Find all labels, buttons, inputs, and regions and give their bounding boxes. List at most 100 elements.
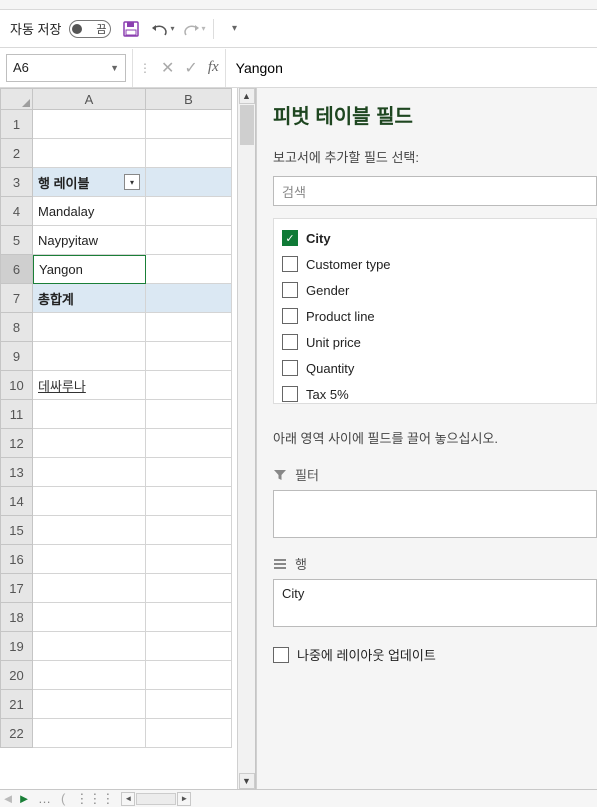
hscroll-track[interactable] [136,793,176,805]
scroll-track[interactable] [239,104,255,773]
cell[interactable] [33,719,146,748]
rows-item[interactable]: City [282,586,304,601]
cell[interactable] [146,487,232,516]
cell[interactable] [33,632,146,661]
cell[interactable] [33,139,146,168]
cell[interactable] [33,429,146,458]
vertical-scrollbar[interactable]: ▲ ▼ [237,88,255,789]
cell[interactable] [146,516,232,545]
sheet-next-button[interactable]: ► [16,791,32,806]
cell[interactable] [33,574,146,603]
cell[interactable] [146,313,232,342]
cancel-formula-button[interactable]: ✕ [161,58,174,78]
row-header[interactable]: 22 [0,719,33,748]
field-checkbox[interactable] [282,360,298,376]
scroll-down-icon[interactable]: ▼ [239,773,255,789]
cell[interactable]: Yangon [33,255,146,284]
row-header[interactable]: 10 [0,371,33,400]
rows-drop-area[interactable]: City [273,579,597,627]
cell[interactable] [146,226,232,255]
customize-qat-button[interactable]: ▾ [222,17,246,41]
cell[interactable] [146,255,232,284]
scroll-up-icon[interactable]: ▲ [239,88,255,104]
name-box-dropdown-icon[interactable]: ▼ [110,63,119,73]
sheet-menu-button[interactable]: … [32,791,57,806]
enter-formula-button[interactable]: ✓ [184,58,197,78]
row-header[interactable]: 7 [0,284,33,313]
row-header[interactable]: 14 [0,487,33,516]
cell[interactable] [146,342,232,371]
cell[interactable] [146,429,232,458]
cell[interactable] [146,284,232,313]
cell[interactable] [146,661,232,690]
cell[interactable] [33,603,146,632]
row-header[interactable]: 1 [0,110,33,139]
cell[interactable] [33,110,146,139]
cell[interactable] [33,342,146,371]
row-header[interactable]: 6 [0,255,33,284]
hscroll-left-button[interactable]: ◄ [121,792,135,806]
row-header[interactable]: 15 [0,516,33,545]
cell[interactable] [146,632,232,661]
cell[interactable] [33,313,146,342]
field-item[interactable]: ✓City [280,225,596,251]
field-checkbox[interactable] [282,334,298,350]
row-header[interactable]: 18 [0,603,33,632]
row-header[interactable]: 17 [0,574,33,603]
cell[interactable] [146,603,232,632]
undo-button[interactable]: ▾ [151,21,174,37]
field-search-input[interactable]: 검색 [273,176,597,206]
field-checkbox[interactable] [282,308,298,324]
cell[interactable] [146,139,232,168]
formula-input[interactable] [226,54,597,82]
scroll-thumb[interactable] [240,105,254,145]
dropdown-icon[interactable]: ⋮ [139,61,151,75]
row-header[interactable]: 8 [0,313,33,342]
cell[interactable] [146,371,232,400]
column-header-a[interactable]: A [33,88,146,110]
cell[interactable] [33,690,146,719]
undo-dropdown-icon[interactable]: ▾ [170,24,174,33]
save-button[interactable] [119,17,143,41]
row-header[interactable]: 16 [0,545,33,574]
row-header[interactable]: 21 [0,690,33,719]
cell[interactable] [33,661,146,690]
cell[interactable] [146,574,232,603]
cell[interactable] [146,197,232,226]
column-header-b[interactable]: B [146,88,232,110]
cell[interactable] [33,400,146,429]
select-all-corner[interactable] [0,88,33,110]
cell[interactable] [146,545,232,574]
defer-checkbox[interactable] [273,647,289,663]
row-header[interactable]: 20 [0,661,33,690]
field-checkbox[interactable] [282,256,298,272]
cell[interactable]: 행 레이블▾ [33,168,146,197]
field-checkbox[interactable]: ✓ [282,230,298,246]
row-header[interactable]: 3 [0,168,33,197]
row-header[interactable]: 4 [0,197,33,226]
row-header[interactable]: 9 [0,342,33,371]
field-item[interactable]: Tax 5% [280,381,596,404]
filter-drop-area[interactable] [273,490,597,538]
row-header[interactable]: 5 [0,226,33,255]
cell[interactable] [33,487,146,516]
row-header[interactable]: 19 [0,632,33,661]
cell[interactable]: Naypyitaw [33,226,146,255]
field-item[interactable]: Gender [280,277,596,303]
field-item[interactable]: Quantity [280,355,596,381]
sheet-prev-button[interactable]: ◄ [0,791,16,806]
cell[interactable] [33,516,146,545]
cell[interactable]: Mandalay [33,197,146,226]
row-header[interactable]: 11 [0,400,33,429]
cell[interactable] [146,719,232,748]
cell[interactable] [33,458,146,487]
row-header[interactable]: 13 [0,458,33,487]
field-item[interactable]: Unit price [280,329,596,355]
field-checkbox[interactable] [282,386,298,402]
field-item[interactable]: Product line [280,303,596,329]
fx-icon[interactable]: fx [208,59,219,76]
hscroll-right-button[interactable]: ► [177,792,191,806]
autosave-toggle[interactable]: 끔 [69,20,111,38]
cell[interactable] [146,168,232,197]
redo-button[interactable]: ▾ [182,21,205,37]
